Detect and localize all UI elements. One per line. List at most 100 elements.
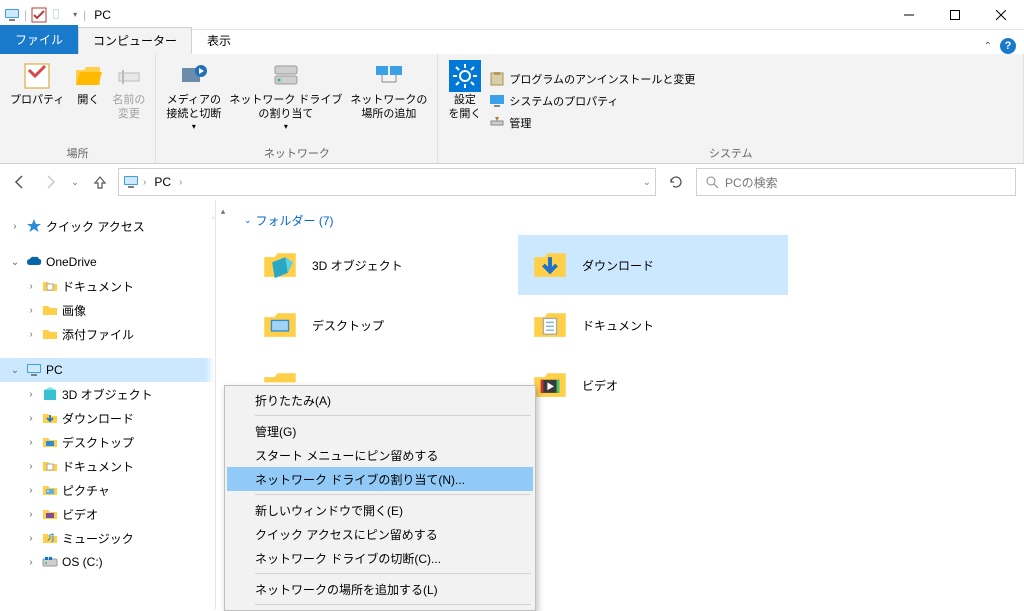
system-properties-button[interactable]: システムのプロパティ — [485, 92, 699, 110]
folder-icon — [42, 458, 58, 474]
map-network-drive-button[interactable]: ネットワーク ドライブ の割り当て▾ — [225, 58, 346, 143]
open-button[interactable]: 開く — [68, 58, 108, 143]
menu-separator — [255, 573, 531, 574]
folder-tile[interactable]: ダウンロード — [518, 235, 788, 295]
folder-tile[interactable]: ドキュメント — [518, 295, 788, 355]
chevron-right-icon[interactable]: › — [24, 437, 38, 448]
context-menu-item[interactable]: ネットワークの場所を追加する(L) — [227, 577, 533, 601]
folder-tile[interactable]: デスクトップ — [248, 295, 518, 355]
pc-icon — [26, 362, 42, 378]
sidebar-item[interactable]: ›デスクトップ — [0, 430, 215, 454]
menu-separator — [255, 604, 531, 605]
ribbon-tabs: ファイル コンピューター 表示 ⌃ ? — [0, 30, 1024, 54]
back-button[interactable] — [8, 170, 32, 194]
qat-drop-icon[interactable] — [51, 7, 67, 23]
search-box[interactable]: PCの検索 — [696, 168, 1016, 196]
scrollbar-up-icon[interactable]: ▴ — [207, 208, 216, 224]
window-title: PC — [94, 8, 111, 22]
tab-computer[interactable]: コンピューター — [78, 27, 192, 54]
open-settings-button[interactable]: 設定 を開く — [444, 58, 485, 143]
maximize-button[interactable] — [932, 0, 978, 30]
address-dropdown-icon[interactable]: ⌄ — [643, 177, 651, 188]
folder-icon — [526, 241, 574, 289]
navigation-pane: ▴ › クイック アクセス ⌄ OneDrive ›ドキュメント›画像›添付ファ… — [0, 200, 216, 609]
ribbon-group-label: システム — [444, 143, 1017, 163]
tab-file[interactable]: ファイル — [0, 25, 78, 54]
breadcrumb-pc[interactable]: PC — [150, 175, 175, 189]
qat-dropdown-icon[interactable]: ▾ — [71, 10, 79, 19]
chevron-right-icon[interactable]: › — [24, 413, 38, 424]
context-menu-item[interactable]: ネットワーク ドライブの割り当て(N)... — [227, 467, 533, 491]
sidebar-item[interactable]: ›OS (C:) — [0, 550, 215, 574]
folder-icon — [42, 530, 58, 546]
chevron-right-icon[interactable]: › — [8, 221, 22, 232]
manage-icon — [489, 115, 505, 131]
checkbox-icon[interactable] — [31, 7, 47, 23]
context-menu-item[interactable]: ネットワーク ドライブの切断(C)... — [227, 546, 533, 570]
context-menu-item[interactable]: クイック アクセスにピン留めする — [227, 522, 533, 546]
group-header-folders[interactable]: ⌄ フォルダー (7) — [224, 212, 1016, 229]
folder-icon — [42, 326, 58, 342]
sidebar-item[interactable]: ›3D オブジェクト — [0, 382, 215, 406]
chevron-right-icon[interactable]: › — [24, 329, 38, 340]
manage-button[interactable]: 管理 — [485, 114, 699, 132]
add-network-location-button[interactable]: ネットワークの 場所の追加 — [346, 58, 431, 143]
chevron-right-icon[interactable]: › — [24, 281, 38, 292]
title-bar: | ▾ | PC — [0, 0, 1024, 30]
up-button[interactable] — [88, 170, 112, 194]
chevron-right-icon[interactable]: › — [24, 533, 38, 544]
sidebar-item[interactable]: ›ミュージック — [0, 526, 215, 550]
folder-icon — [42, 410, 58, 426]
menu-separator — [255, 415, 531, 416]
sidebar-item[interactable]: ›ドキュメント — [0, 454, 215, 478]
refresh-button[interactable] — [662, 168, 690, 196]
chevron-right-icon[interactable]: › — [24, 485, 38, 496]
sidebar-item[interactable]: ›ダウンロード — [0, 406, 215, 430]
chevron-right-icon[interactable]: › — [24, 557, 38, 568]
sidebar-item[interactable]: ›ピクチャ — [0, 478, 215, 502]
sidebar-item[interactable]: ›ドキュメント — [0, 274, 215, 298]
minimize-button[interactable] — [886, 0, 932, 30]
chevron-right-icon[interactable]: › — [24, 509, 38, 520]
search-icon — [705, 175, 719, 189]
scrollbar-up-icon[interactable]: ▴ — [216, 206, 230, 217]
context-menu-item[interactable]: 新しいウィンドウで開く(E) — [227, 498, 533, 522]
folder-icon — [42, 506, 58, 522]
chevron-right-icon[interactable]: › — [24, 461, 38, 472]
sidebar-item-onedrive[interactable]: ⌄ OneDrive — [0, 250, 215, 274]
sidebar-item[interactable]: ›画像 — [0, 298, 215, 322]
sidebar-item[interactable]: ›添付ファイル — [0, 322, 215, 346]
properties-button[interactable]: プロパティ — [6, 58, 68, 143]
chevron-right-icon[interactable]: › — [24, 389, 38, 400]
onedrive-icon — [26, 254, 42, 270]
chevron-down-icon[interactable]: ⌄ — [8, 257, 22, 268]
address-bar[interactable]: › PC › ⌄ — [118, 168, 656, 196]
sidebar-item-quick-access[interactable]: › クイック アクセス — [0, 214, 215, 238]
folder-icon — [526, 301, 574, 349]
context-menu-item[interactable]: 折りたたみ(A) — [227, 388, 533, 412]
collapse-ribbon-icon[interactable]: ⌃ — [984, 41, 992, 52]
sidebar-item-pc[interactable]: ⌄ PC — [0, 358, 215, 382]
tab-view[interactable]: 表示 — [192, 27, 246, 54]
context-menu-item[interactable]: 管理(G) — [227, 419, 533, 443]
media-button[interactable]: メディアの 接続と切断▾ — [162, 58, 225, 143]
chevron-right-icon[interactable]: › — [143, 177, 146, 188]
folder-tile[interactable]: 3D オブジェクト — [248, 235, 518, 295]
pc-icon — [123, 174, 139, 190]
chevron-right-icon[interactable]: › — [179, 177, 182, 188]
search-placeholder: PCの検索 — [725, 174, 778, 191]
close-button[interactable] — [978, 0, 1024, 30]
ribbon: プロパティ 開く 名前の 変更 場所 メディアの 接続と切断▾ ネットワーク ド… — [0, 54, 1024, 164]
ribbon-group-label: 場所 — [6, 143, 149, 163]
sidebar-item[interactable]: ›ビデオ — [0, 502, 215, 526]
help-icon[interactable]: ? — [1000, 38, 1016, 54]
uninstall-programs-button[interactable]: プログラムのアンインストールと変更 — [485, 70, 699, 88]
star-icon — [26, 218, 42, 234]
recent-locations-button[interactable]: ⌄ — [68, 170, 82, 194]
qat-separator: | — [24, 8, 27, 22]
folder-tile[interactable]: ビデオ — [518, 355, 788, 415]
context-menu-item[interactable]: スタート メニューにピン留めする — [227, 443, 533, 467]
folder-icon — [42, 482, 58, 498]
chevron-down-icon[interactable]: ⌄ — [8, 365, 22, 376]
chevron-right-icon[interactable]: › — [24, 305, 38, 316]
